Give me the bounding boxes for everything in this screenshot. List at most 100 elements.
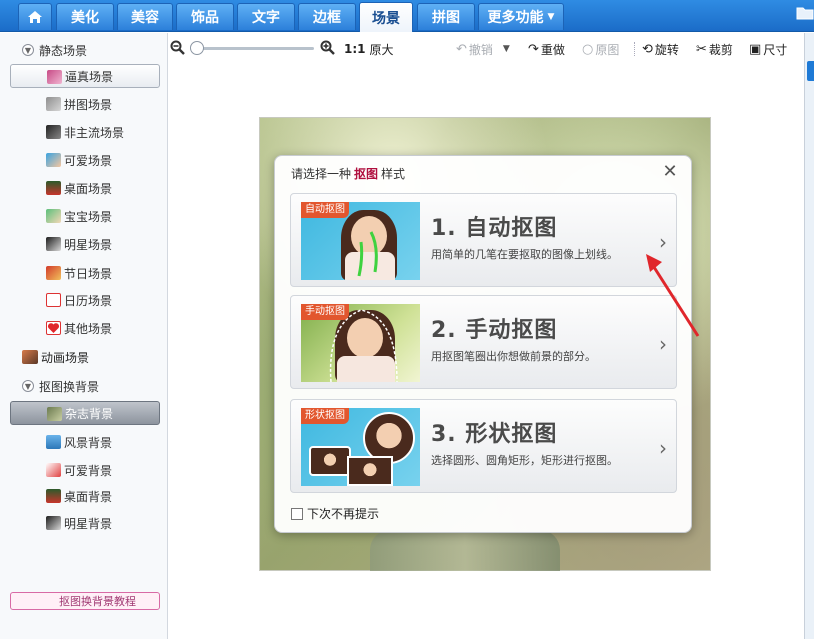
zoom-slider-handle[interactable]: [190, 41, 204, 55]
cutout-tutorial-link[interactable]: 抠图换背景教程: [10, 592, 160, 610]
zoom-actual-size-button[interactable]: 1:1 原大: [344, 41, 394, 57]
zoom-slider[interactable]: [192, 47, 314, 50]
collapse-icon[interactable]: ▼: [22, 44, 34, 56]
sidebar-item-label: 其他场景: [64, 321, 113, 336]
rounded-rect-cutout-shape: [309, 446, 351, 476]
sidebar-item-holiday[interactable]: 节日场景: [10, 261, 160, 285]
manual-cutout-option[interactable]: 手动抠图 2. 手动抠图 用抠图笔圈出你想做前景的部分。 ›: [290, 295, 677, 389]
sidebar-item-landscape[interactable]: 风景背景: [10, 430, 160, 454]
crop-button[interactable]: ✂ 裁剪: [696, 41, 733, 57]
shape-cutout-option[interactable]: 形状抠图 3. 形状抠图 选择圆形、圆角矩形，矩形进行抠图。 ›: [290, 399, 677, 493]
redo-icon: ↷: [528, 41, 539, 57]
sidebar-item-star[interactable]: 明星场景: [10, 232, 160, 256]
sidebar-item-calendar[interactable]: 日历场景: [10, 288, 160, 312]
undo-label: 撤销: [468, 42, 493, 57]
option-badge: 手动抠图: [301, 304, 349, 320]
size-label: 尺寸: [763, 42, 788, 57]
collapse-icon[interactable]: ▼: [22, 380, 34, 392]
scene-thumb-icon: [46, 237, 61, 251]
tab-cosmetic[interactable]: 美容: [117, 3, 173, 30]
auto-cutout-preview: 自动抠图: [301, 202, 420, 280]
sidebar-item-baby[interactable]: 宝宝场景: [10, 204, 160, 228]
scene-thumb-icon: [46, 97, 61, 111]
sidebar-item-desktop[interactable]: 桌面场景: [10, 176, 160, 200]
close-icon[interactable]: ✕: [661, 163, 679, 181]
dialog-title: 请选择一种 抠图 样式: [291, 165, 405, 182]
sidebar-item-label: 明星场景: [64, 237, 113, 252]
sidebar-item-label: 桌面场景: [64, 181, 113, 196]
tab-beautify[interactable]: 美化: [56, 3, 114, 30]
sidebar-item-label: 杂志背景: [65, 406, 114, 421]
title-suffix: 样式: [381, 167, 406, 181]
option-badge: 形状抠图: [301, 408, 349, 424]
heart-icon: [46, 321, 61, 335]
tab-scene[interactable]: 场景: [359, 2, 413, 32]
sidebar-item-cute[interactable]: 可爱场景: [10, 148, 160, 172]
right-panel: [804, 33, 814, 639]
tab-more-features[interactable]: 更多功能 ▼: [478, 3, 564, 30]
home-tab[interactable]: [18, 3, 52, 30]
zoom-ratio-label: 1:1: [344, 42, 366, 56]
auto-cutout-option[interactable]: 自动抠图 1. 自动抠图 用简单的几笔在要抠取的图像上划线。 ›: [290, 193, 677, 287]
sidebar-item-collage[interactable]: 拼图场景: [10, 92, 160, 116]
option-description: 用抠图笔圈出你想做前景的部分。: [431, 350, 596, 363]
rotate-button[interactable]: ⟲ 旋转: [642, 41, 679, 57]
tab-collage[interactable]: 拼图: [417, 3, 475, 30]
sidebar-group-static[interactable]: ▼ 静态场景: [22, 40, 87, 60]
zoom-in-icon[interactable]: [320, 40, 336, 56]
checkbox-label: 下次不再提示: [307, 507, 380, 521]
sidebar-item-star-bg[interactable]: 明星背景: [10, 511, 160, 535]
undo-button[interactable]: ↶ 撤销 ▼: [456, 41, 510, 57]
option-title: 2. 手动抠图: [431, 318, 558, 343]
zoom-out-icon[interactable]: [170, 40, 186, 56]
scene-thumb-icon: [46, 181, 61, 195]
sidebar-item-label: 日历场景: [64, 293, 113, 308]
sidebar-item-other[interactable]: 其他场景: [10, 316, 160, 340]
sidebar-item-nonmainstream[interactable]: 非主流场景: [10, 120, 160, 144]
option-title: 1. 自动抠图: [431, 216, 558, 241]
rotate-icon: ⟲: [642, 41, 653, 57]
resize-button[interactable]: ▣ 尺寸: [749, 41, 787, 57]
dont-show-again-row[interactable]: 下次不再提示: [291, 505, 379, 522]
original-image-button[interactable]: ○ 原图: [582, 41, 619, 57]
sidebar-group-cutout-bg[interactable]: ▼ 抠图换背景: [22, 376, 99, 396]
red-arrow-annotation: [646, 254, 700, 337]
scene-thumb-icon: [46, 153, 61, 167]
sidebar-item-realistic[interactable]: 逼真场景: [10, 64, 160, 88]
redo-label: 重做: [540, 42, 565, 57]
chevron-down-icon[interactable]: ▼: [503, 44, 510, 54]
scene-thumb-icon: [46, 516, 61, 530]
sidebar-item-label: 动画场景: [41, 350, 90, 365]
cutout-style-dialog: 请选择一种 抠图 样式 ✕ 自动抠图 1. 自动抠图 用简单的几笔在要抠取的图像上划…: [274, 155, 692, 533]
scene-thumb-icon: [47, 70, 62, 84]
scene-thumb-icon: [46, 209, 61, 223]
chevron-right-icon: ›: [659, 436, 667, 460]
option-description: 选择圆形、圆角矩形，矩形进行抠图。: [431, 454, 618, 467]
rotate-label: 旋转: [654, 42, 679, 57]
animation-thumb-icon: [22, 350, 38, 364]
original-label: 原图: [595, 42, 620, 57]
shape-cutout-preview: 形状抠图: [301, 408, 420, 486]
sidebar-item-cute-bg[interactable]: 可爱背景: [10, 458, 160, 482]
calendar-icon: [46, 293, 61, 307]
sidebar-item-animation[interactable]: 动画场景: [22, 347, 89, 367]
sidebar-item-magazine[interactable]: 杂志背景: [10, 401, 160, 425]
tab-accessory[interactable]: 饰品: [176, 3, 234, 30]
scene-thumb-icon: [46, 435, 61, 449]
manual-cutout-preview: 手动抠图: [301, 304, 420, 382]
right-panel-tab[interactable]: [807, 61, 814, 81]
folder-icon[interactable]: [796, 5, 814, 25]
redo-button[interactable]: ↷ 重做: [528, 41, 565, 57]
toolbar-divider: [634, 42, 635, 56]
sidebar-item-desktop-bg[interactable]: 桌面背景: [10, 484, 160, 508]
photo-subject: [370, 530, 560, 571]
sidebar-item-label: 可爱背景: [64, 463, 113, 478]
scene-thumb-icon: [46, 125, 61, 139]
tab-text[interactable]: 文字: [237, 3, 295, 30]
dont-show-again-checkbox[interactable]: [291, 507, 303, 520]
sidebar-item-label: 非主流场景: [64, 125, 125, 140]
group-label: 抠图换背景: [39, 379, 100, 394]
home-icon: [28, 11, 42, 23]
tab-frame[interactable]: 边框: [298, 3, 356, 30]
sidebar-item-label: 风景背景: [64, 435, 113, 450]
